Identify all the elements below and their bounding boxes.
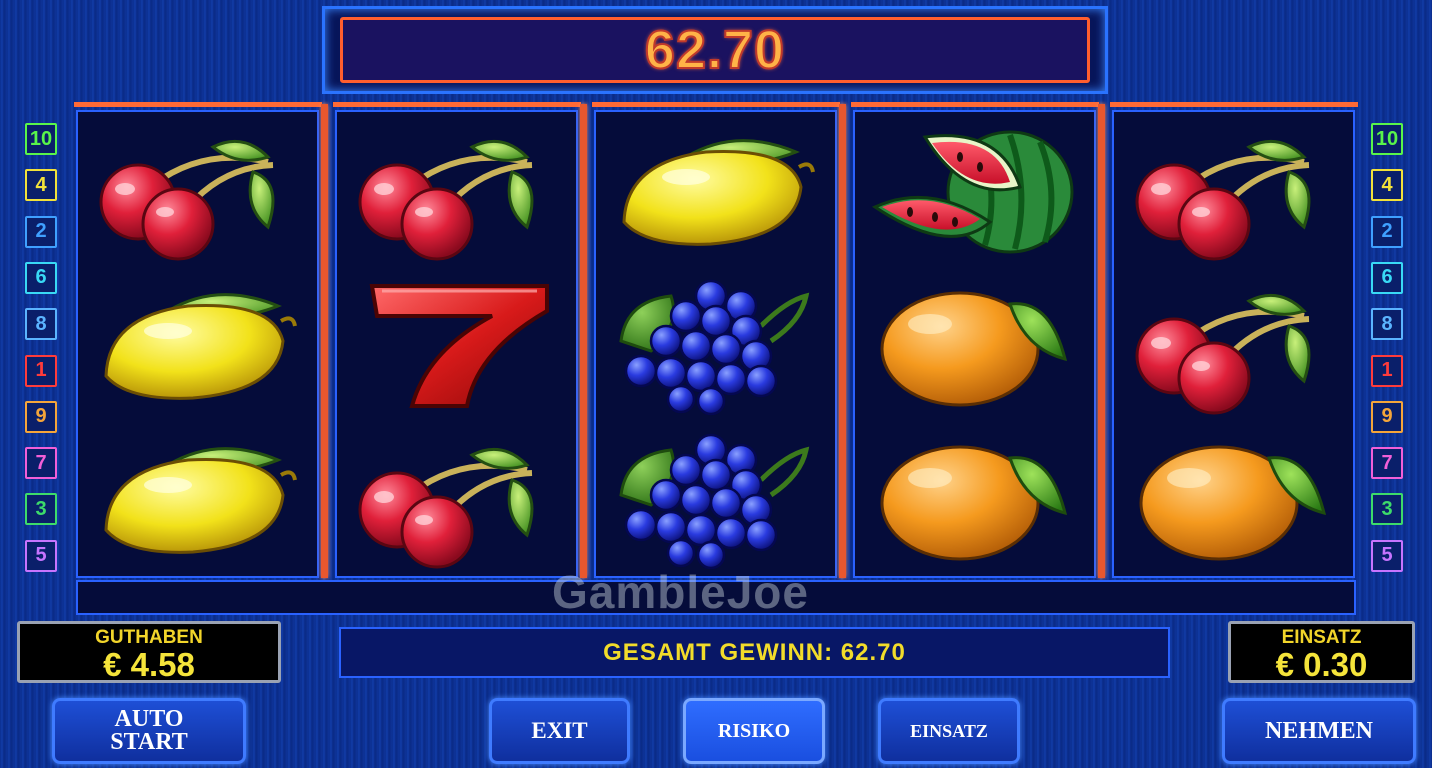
bet-panel: EINSATZ € 0.30: [1228, 621, 1415, 683]
cherry-icon: [1114, 270, 1353, 422]
reel-divider: [1098, 104, 1105, 578]
payline-4-badge: 4: [1371, 169, 1403, 202]
payline-4-badge: 4: [25, 169, 57, 202]
payline-3-badge: 3: [1371, 493, 1403, 526]
lemon-icon: [78, 270, 317, 422]
reel-divider: [839, 104, 846, 578]
watermark-logo: GambleJoe: [552, 566, 809, 618]
bet-value: € 0.30: [1275, 646, 1368, 683]
watermelon-icon: [855, 116, 1094, 268]
auto-start-label-line2: START: [110, 729, 188, 755]
balance-value: € 4.58: [103, 646, 195, 683]
payline-3-badge: 3: [25, 493, 57, 526]
payline-10-badge: 10: [25, 123, 57, 155]
win-display: 62.70: [340, 17, 1090, 83]
cherry-icon: [337, 424, 576, 576]
grapes-icon: [596, 424, 835, 576]
payline-9-badge: 9: [25, 400, 57, 433]
reel-top-border: [333, 102, 581, 107]
payline-7-badge: 7: [1371, 447, 1403, 480]
nehmen-button[interactable]: NEHMEN: [1222, 698, 1416, 764]
reel-top-border: [74, 102, 322, 107]
einsatz-label: EINSATZ: [910, 720, 988, 741]
bet-label: EINSATZ: [1281, 627, 1362, 648]
payline-8-badge: 8: [1371, 308, 1403, 341]
payline-2-badge: 2: [1371, 215, 1403, 248]
auto-start-label-line1: AUTO: [114, 706, 184, 732]
payline-1-badge: 1: [25, 354, 57, 387]
balance-panel: GUTHABEN € 4.58: [17, 621, 281, 683]
win-amount: 62.70: [644, 19, 786, 81]
payline-1-badge: 1: [1371, 354, 1403, 387]
payline-6-badge: 6: [1371, 261, 1403, 294]
einsatz-button[interactable]: EINSATZ: [878, 698, 1020, 764]
reel-divider: [580, 104, 587, 578]
payline-7-badge: 7: [25, 447, 57, 480]
orange-icon: [1114, 424, 1353, 576]
payline-9-badge: 9: [1371, 400, 1403, 433]
reel-top-border: [851, 102, 1099, 107]
seven-icon: [337, 270, 576, 422]
exit-button[interactable]: EXIT: [489, 698, 630, 764]
risiko-button[interactable]: RISIKO: [683, 698, 825, 764]
cherry-icon: [78, 116, 317, 268]
payline-5-badge: 5: [25, 539, 57, 572]
grapes-icon: [596, 270, 835, 422]
nehmen-label: NEHMEN: [1265, 717, 1373, 744]
lemon-icon: [596, 116, 835, 268]
payline-10-badge: 10: [1371, 123, 1403, 155]
risiko-label: RISIKO: [717, 719, 791, 742]
total-win-bar: GESAMT GEWINN: 62.70: [339, 627, 1170, 678]
auto-start-button[interactable]: AUTO START: [52, 698, 246, 764]
lemon-icon: [78, 424, 317, 576]
payline-6-badge: 6: [25, 261, 57, 294]
payline-8-badge: 8: [25, 308, 57, 341]
orange-icon: [855, 270, 1094, 422]
cherry-icon: [337, 116, 576, 268]
reel-divider: [321, 104, 328, 578]
balance-label: GUTHABEN: [95, 627, 203, 648]
payline-5-badge: 5: [1371, 539, 1403, 572]
reel-top-border: [1110, 102, 1358, 107]
payline-2-badge: 2: [25, 215, 57, 248]
reel-top-border: [592, 102, 840, 107]
exit-label: EXIT: [531, 718, 588, 743]
cherry-icon: [1114, 116, 1353, 268]
orange-icon: [855, 424, 1094, 576]
